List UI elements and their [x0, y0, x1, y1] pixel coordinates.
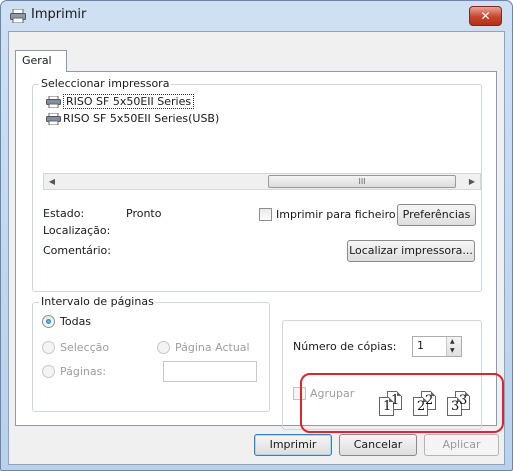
- pages-label[interactable]: Páginas:: [60, 365, 106, 378]
- all-pages-label[interactable]: Todas: [60, 315, 91, 328]
- printer-icon: [10, 9, 26, 23]
- printer-list-scrollbar[interactable]: ◀ III ▶: [43, 173, 481, 190]
- pages-radio[interactable]: [42, 365, 55, 378]
- cancel-button[interactable]: Cancelar: [339, 434, 417, 456]
- printer-group: Seleccionar impressora RISO SF 5x50EII S…: [32, 77, 482, 292]
- current-page-radio[interactable]: [157, 341, 170, 354]
- tab-geral[interactable]: Geral: [15, 50, 67, 72]
- status-value: Pronto: [126, 207, 162, 220]
- printer-name: RISO SF 5x50EII Series: [63, 94, 195, 109]
- printer-list[interactable]: RISO SF 5x50EII Series RISO SF 5x50EII S…: [43, 93, 481, 169]
- print-to-file-checkbox[interactable]: [259, 208, 272, 221]
- tab-label: Geral: [22, 54, 52, 67]
- print-dialog: Imprimir ✕ Geral Seleccionar impressora: [0, 0, 513, 471]
- close-icon: ✕: [480, 9, 491, 23]
- printer-icon: [46, 113, 61, 125]
- printer-item[interactable]: RISO SF 5x50EII Series: [45, 94, 195, 109]
- copies-value: 1: [417, 339, 424, 352]
- scroll-right-icon[interactable]: ▶: [464, 174, 480, 189]
- find-printer-button[interactable]: Localizar impressora...: [347, 240, 475, 262]
- printer-item[interactable]: RISO SF 5x50EII Series(USB): [45, 112, 219, 126]
- scroll-thumb[interactable]: III: [268, 175, 456, 188]
- location-label: Localização:: [43, 224, 111, 237]
- scroll-grip-icon: III: [358, 177, 366, 186]
- pages-input[interactable]: [163, 361, 257, 382]
- chevron-down-icon[interactable]: ▼: [450, 347, 455, 354]
- tab-panel-geral: Seleccionar impressora RISO SF 5x50EII S…: [15, 71, 504, 433]
- copies-input[interactable]: 1 ▲ ▼: [412, 336, 462, 357]
- preferences-button[interactable]: Preferências: [397, 204, 476, 226]
- collate-highlight: [300, 373, 504, 433]
- all-pages-radio[interactable]: [42, 315, 55, 328]
- selection-radio[interactable]: [42, 341, 55, 354]
- dialog-body: Geral Seleccionar impressora RISO SF 5x5…: [8, 31, 505, 465]
- selection-label[interactable]: Selecção: [60, 341, 109, 354]
- status-label: Estado:: [43, 207, 85, 220]
- close-button[interactable]: ✕: [469, 6, 502, 26]
- window-title: Imprimir: [31, 7, 87, 22]
- printer-icon: [46, 96, 61, 108]
- print-button[interactable]: Imprimir: [254, 434, 332, 456]
- comment-label: Comentário:: [43, 244, 111, 257]
- printer-group-label: Seleccionar impressora: [39, 77, 172, 90]
- page-range-group-label: Intervalo de páginas: [39, 295, 156, 308]
- title-bar: Imprimir ✕: [1, 1, 512, 31]
- apply-button[interactable]: Aplicar: [424, 434, 499, 456]
- page-range-group: Intervalo de páginas Todas Selecção Pági…: [32, 295, 270, 412]
- copies-stepper[interactable]: ▲ ▼: [446, 337, 461, 356]
- current-page-label[interactable]: Página Actual: [175, 341, 250, 354]
- copies-label: Número de cópias:: [293, 340, 397, 353]
- scroll-left-icon[interactable]: ◀: [44, 174, 60, 189]
- radio-dot: [46, 319, 51, 324]
- printer-name: RISO SF 5x50EII Series(USB): [63, 112, 220, 125]
- print-to-file-label[interactable]: Imprimir para ficheiro: [276, 208, 396, 221]
- chevron-up-icon[interactable]: ▲: [450, 338, 455, 345]
